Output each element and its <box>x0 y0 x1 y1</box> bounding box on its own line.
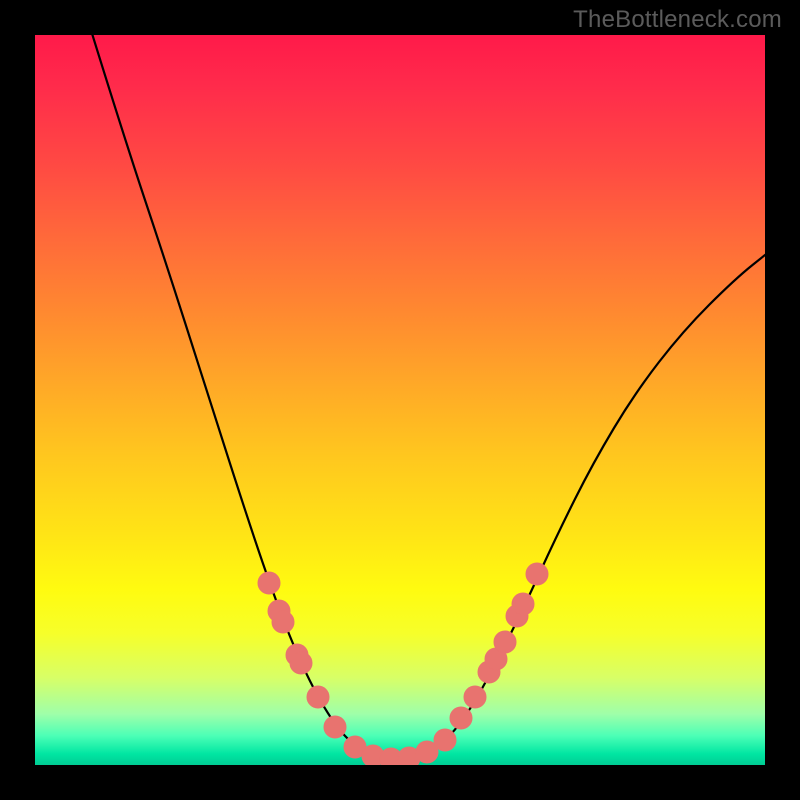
data-marker <box>324 716 346 738</box>
data-marker <box>290 652 312 674</box>
bottleneck-curve <box>90 35 765 759</box>
marker-group <box>258 563 548 765</box>
data-marker <box>494 631 516 653</box>
data-marker <box>450 707 472 729</box>
data-marker <box>512 593 534 615</box>
chart-frame: TheBottleneck.com <box>0 0 800 800</box>
data-marker <box>526 563 548 585</box>
plot-area <box>35 35 765 765</box>
data-marker <box>434 729 456 751</box>
data-marker <box>307 686 329 708</box>
curve-layer <box>35 35 765 765</box>
watermark-text: TheBottleneck.com <box>573 6 782 34</box>
data-marker <box>258 572 280 594</box>
data-marker <box>464 686 486 708</box>
data-marker <box>272 611 294 633</box>
